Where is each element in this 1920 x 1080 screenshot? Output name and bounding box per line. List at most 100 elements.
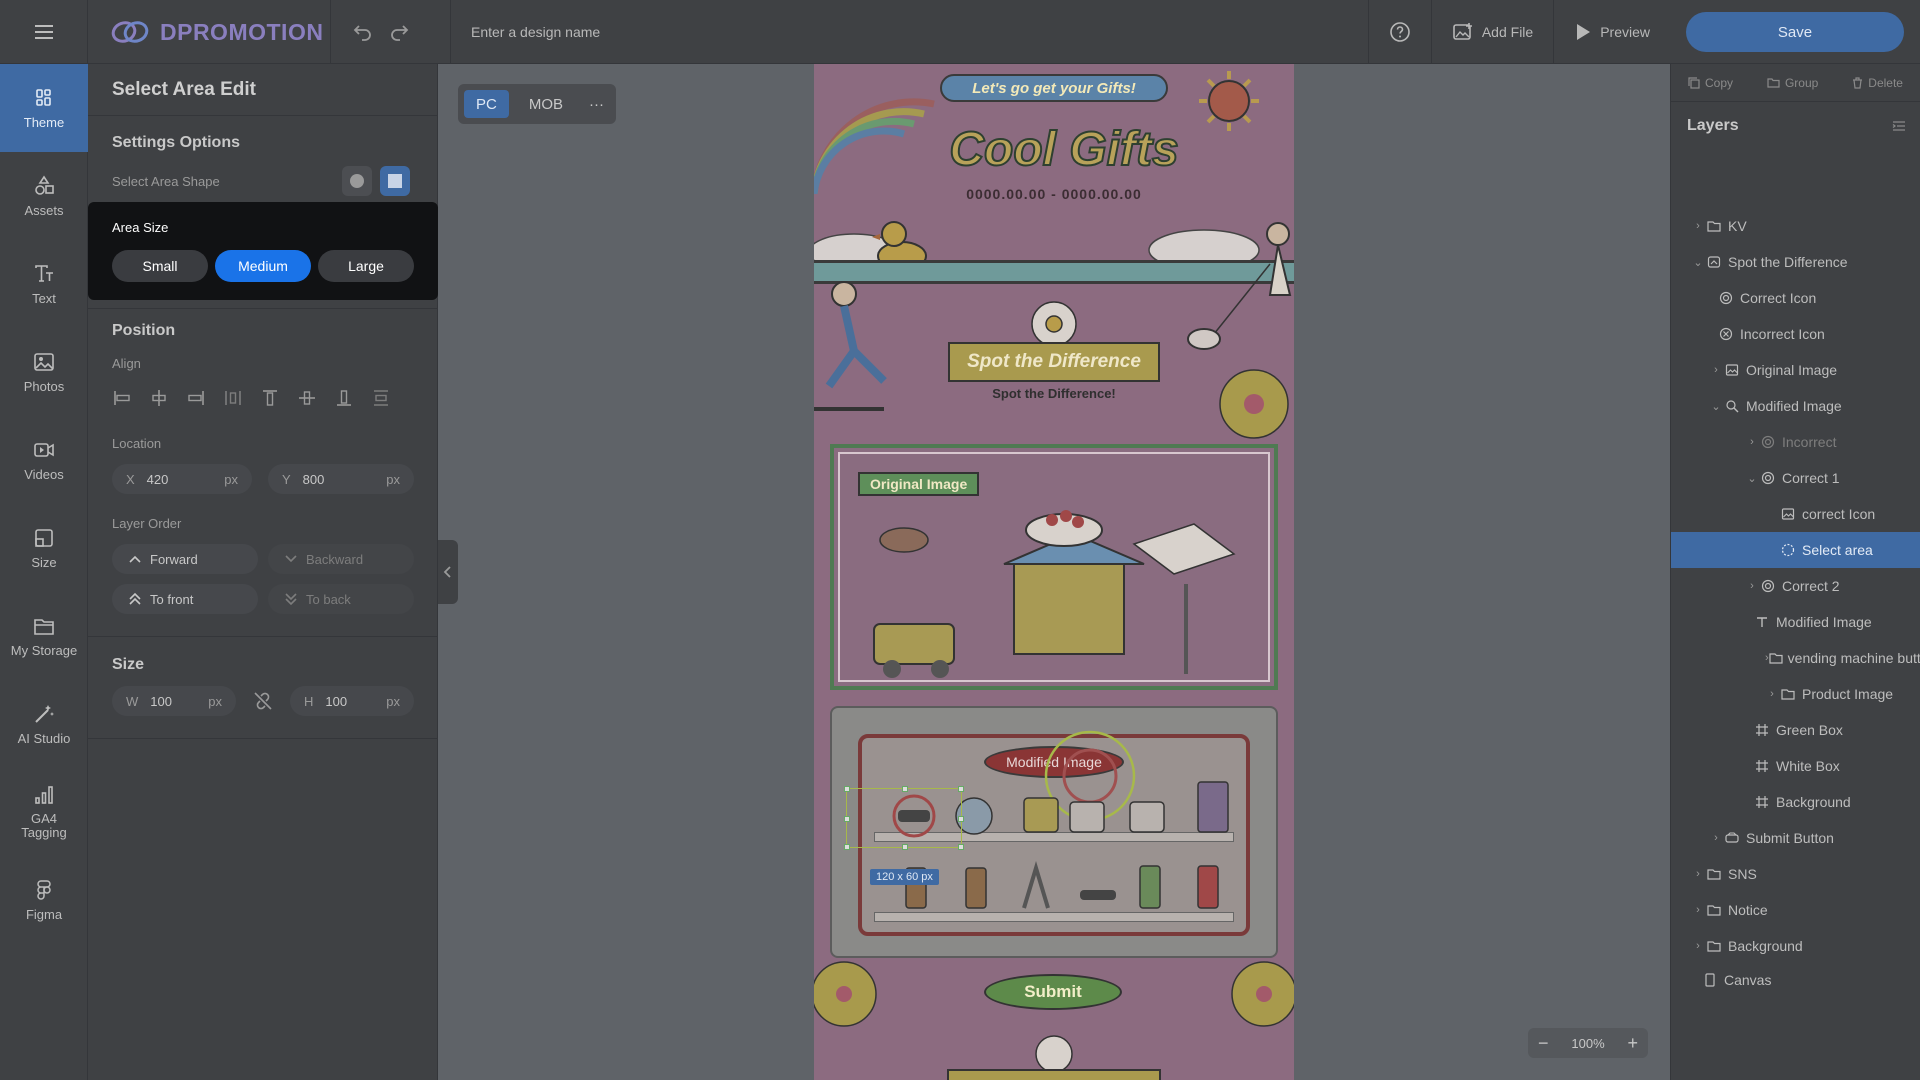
- resize-handle[interactable]: [958, 844, 964, 850]
- expand-caret-icon[interactable]: ⌄: [1745, 472, 1759, 485]
- area-size-medium-button[interactable]: Medium: [215, 250, 311, 282]
- height-field[interactable]: H 100 px: [290, 686, 414, 716]
- rail-item-ai-studio[interactable]: AI Studio: [0, 680, 88, 768]
- rail-item-photos[interactable]: Photos: [0, 328, 88, 416]
- undo-icon[interactable]: [353, 23, 373, 41]
- resize-handle[interactable]: [958, 816, 964, 822]
- canvas-title: Cool Gifts: [948, 122, 1179, 177]
- layer-row[interactable]: › Product Image: [1671, 676, 1920, 712]
- rail-item-text[interactable]: Text: [0, 240, 88, 328]
- rail-item-videos[interactable]: Videos: [0, 416, 88, 504]
- expand-caret-icon[interactable]: ›: [1691, 220, 1705, 232]
- backward-button[interactable]: Backward: [268, 544, 414, 574]
- shape-square-button[interactable]: [380, 166, 410, 196]
- rail-item-theme[interactable]: Theme: [0, 64, 88, 152]
- width-field[interactable]: W 100 px: [112, 686, 236, 716]
- layer-row[interactable]: White Box: [1671, 748, 1920, 784]
- x-field[interactable]: X 420 px: [112, 464, 252, 494]
- layer-row[interactable]: › Original Image: [1671, 352, 1920, 388]
- layer-row[interactable]: Select area: [1671, 532, 1920, 568]
- layers-collapse-icon[interactable]: [1892, 120, 1906, 132]
- expand-caret-icon[interactable]: ⌄: [1691, 256, 1705, 269]
- layer-row[interactable]: › vending machine butto: [1671, 640, 1920, 676]
- save-button[interactable]: Save: [1686, 12, 1904, 52]
- resize-handle[interactable]: [902, 786, 908, 792]
- rail-item-figma[interactable]: Figma: [0, 856, 88, 944]
- distribute-v-button[interactable]: [371, 388, 391, 408]
- layer-row[interactable]: › Incorrect: [1671, 424, 1920, 460]
- expand-caret-icon[interactable]: ›: [1745, 436, 1759, 448]
- expand-caret-icon[interactable]: ›: [1691, 940, 1705, 952]
- layer-row[interactable]: ⌄ Correct 1: [1671, 460, 1920, 496]
- expand-caret-icon[interactable]: ›: [1745, 580, 1759, 592]
- group-button[interactable]: Group: [1767, 76, 1818, 90]
- app-logo[interactable]: DPROMOTION: [110, 0, 323, 64]
- rail-item-size[interactable]: Size: [0, 504, 88, 592]
- redo-icon[interactable]: [389, 23, 409, 41]
- zoom-in-button[interactable]: +: [1627, 1033, 1638, 1054]
- help-button[interactable]: [1367, 0, 1431, 64]
- align-top-button[interactable]: [260, 388, 280, 408]
- rail-item-my-storage[interactable]: My Storage: [0, 592, 88, 680]
- align-center-h-icon: [152, 390, 166, 406]
- resize-handle[interactable]: [958, 786, 964, 792]
- layer-row[interactable]: › SNS: [1671, 856, 1920, 892]
- layer-row[interactable]: Background: [1671, 784, 1920, 820]
- device-pc-button[interactable]: PC: [464, 90, 509, 118]
- expand-caret-icon[interactable]: ⌄: [1709, 400, 1723, 413]
- add-file-button[interactable]: Add File: [1430, 0, 1553, 64]
- preview-button[interactable]: Preview: [1553, 0, 1670, 64]
- y-field[interactable]: Y 800 px: [268, 464, 414, 494]
- layer-row[interactable]: ⌄ Spot the Difference: [1671, 244, 1920, 280]
- to-front-button[interactable]: To front: [112, 584, 258, 614]
- layer-row[interactable]: Green Box: [1671, 712, 1920, 748]
- layer-row[interactable]: Canvas: [1671, 962, 1920, 998]
- align-center-v-button[interactable]: [297, 388, 317, 408]
- x-circle-icon: [1717, 327, 1735, 341]
- distribute-h-button[interactable]: [223, 388, 243, 408]
- unlink-ratio-button[interactable]: [252, 690, 274, 712]
- resize-handle[interactable]: [844, 816, 850, 822]
- collapse-panel-button[interactable]: [438, 540, 458, 604]
- forward-button[interactable]: Forward: [112, 544, 258, 574]
- layer-label: Canvas: [1724, 972, 1772, 988]
- align-right-button[interactable]: [186, 388, 206, 408]
- expand-caret-icon[interactable]: ›: [1765, 688, 1779, 700]
- y-value: 800: [302, 471, 325, 487]
- rail-item-assets[interactable]: Assets: [0, 152, 88, 240]
- device-mob-button[interactable]: MOB: [517, 90, 575, 118]
- zoom-out-button[interactable]: −: [1538, 1033, 1549, 1054]
- layer-row[interactable]: ⌄ Modified Image: [1671, 388, 1920, 424]
- layer-row[interactable]: › Notice: [1671, 892, 1920, 928]
- align-bottom-button[interactable]: [334, 388, 354, 408]
- expand-caret-icon[interactable]: ›: [1709, 364, 1723, 376]
- area-size-large-button[interactable]: Large: [318, 250, 414, 282]
- align-center-h-button[interactable]: [149, 388, 169, 408]
- to-back-button[interactable]: To back: [268, 584, 414, 614]
- layer-row[interactable]: › Submit Button: [1671, 820, 1920, 856]
- align-left-button[interactable]: [112, 388, 132, 408]
- delete-button[interactable]: Delete: [1852, 76, 1903, 90]
- design-canvas[interactable]: Let's go get your Gifts! Cool Gifts 0000…: [814, 64, 1294, 1080]
- layer-row[interactable]: Modified Image: [1671, 604, 1920, 640]
- expand-caret-icon[interactable]: ›: [1709, 832, 1723, 844]
- more-options-button[interactable]: ···: [583, 90, 610, 118]
- select-area-box[interactable]: [844, 786, 964, 850]
- shape-circle-button[interactable]: [342, 166, 372, 196]
- expand-caret-icon[interactable]: ›: [1691, 904, 1705, 916]
- resize-handle[interactable]: [902, 844, 908, 850]
- design-name-input[interactable]: [471, 24, 1050, 40]
- area-size-small-button[interactable]: Small: [112, 250, 208, 282]
- layer-row[interactable]: Correct Icon: [1671, 280, 1920, 316]
- expand-caret-icon[interactable]: ›: [1691, 868, 1705, 880]
- layer-row[interactable]: › KV: [1671, 208, 1920, 244]
- rail-item-ga4-tagging[interactable]: GA4 Tagging: [0, 768, 88, 856]
- layer-row[interactable]: › Background: [1671, 928, 1920, 964]
- resize-handle[interactable]: [844, 844, 850, 850]
- layer-row[interactable]: Incorrect Icon: [1671, 316, 1920, 352]
- copy-button[interactable]: Copy: [1688, 76, 1733, 90]
- layer-row[interactable]: correct Icon: [1671, 496, 1920, 532]
- hamburger-menu-button[interactable]: [0, 0, 88, 64]
- resize-handle[interactable]: [844, 786, 850, 792]
- layer-row[interactable]: › Correct 2: [1671, 568, 1920, 604]
